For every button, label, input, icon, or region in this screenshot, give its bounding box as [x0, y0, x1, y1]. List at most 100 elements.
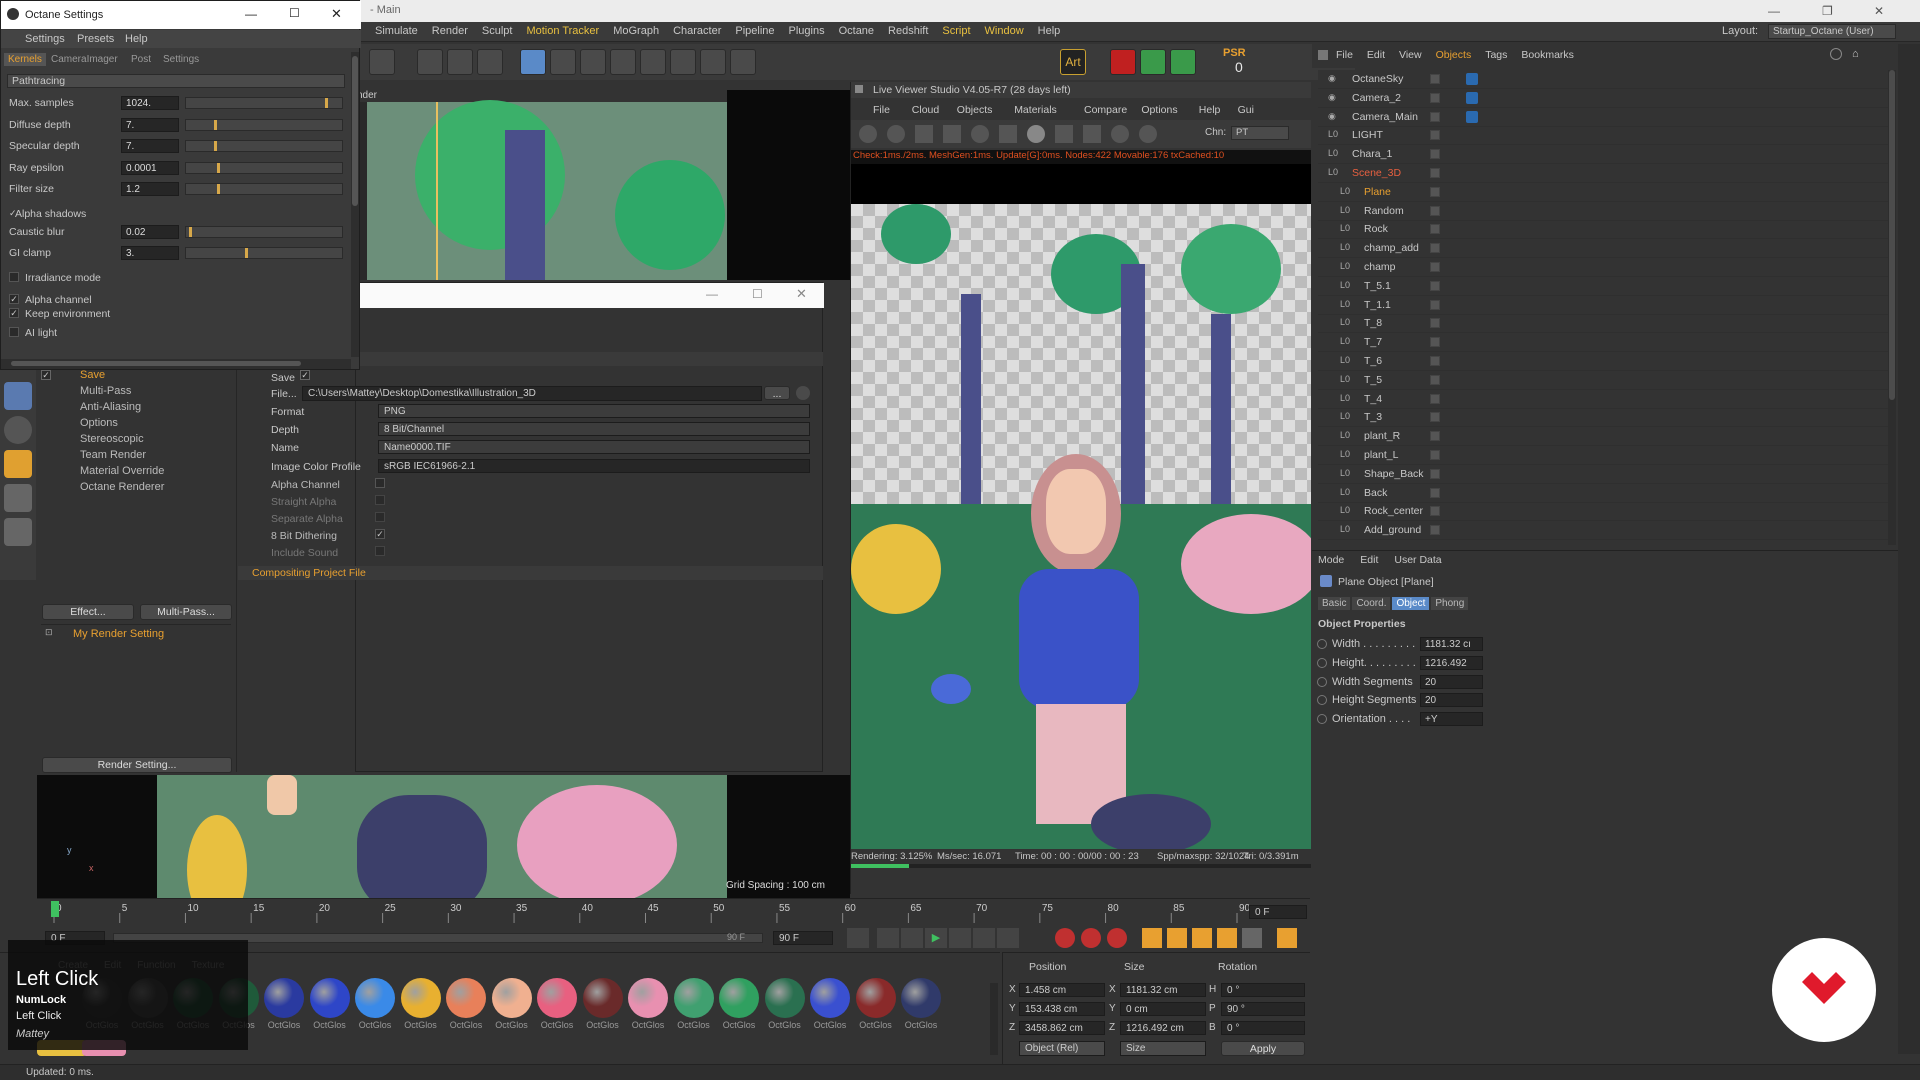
save-checkbox[interactable]: ✓ — [41, 370, 51, 380]
menu-redshift[interactable]: Redshift — [881, 22, 935, 40]
end-frame-field[interactable]: 90 F — [773, 931, 833, 945]
light-icon[interactable] — [730, 49, 756, 75]
animate-dot-icon[interactable] — [1317, 639, 1327, 649]
material-ball[interactable] — [628, 978, 668, 1018]
coord-mode-select[interactable]: Object (Rel) — [1019, 1041, 1105, 1056]
render-view-button[interactable] — [417, 49, 443, 75]
material-label[interactable]: OctGlos — [856, 1020, 896, 1030]
menu-render[interactable]: Render — [425, 22, 475, 40]
rs-item-multipass[interactable]: Multi-Pass — [80, 385, 131, 397]
record-key-icon[interactable] — [1055, 928, 1075, 948]
rs-item-stereoscopic[interactable]: Stereoscopic — [80, 433, 144, 445]
maximize-icon[interactable]: ☐ — [752, 287, 763, 301]
objects-menu-edit[interactable]: Edit — [1367, 49, 1385, 61]
material-label[interactable]: OctGlos — [765, 1020, 805, 1030]
os-param-2-field[interactable]: 7. — [121, 139, 179, 153]
os-param-0-slider-handle[interactable] — [325, 98, 328, 108]
animate-dot-icon[interactable] — [1317, 714, 1327, 725]
os-check-0-box[interactable] — [9, 271, 19, 282]
minimize-icon[interactable]: — — [706, 287, 718, 301]
visibility-toggle[interactable] — [1430, 487, 1440, 498]
material-label[interactable]: OctGlos — [446, 1020, 486, 1030]
material-label[interactable]: OctGlos — [810, 1020, 850, 1030]
visibility-toggle[interactable] — [1430, 299, 1440, 310]
prev-key-icon[interactable] — [877, 928, 899, 948]
visibility-toggle[interactable] — [1430, 205, 1440, 216]
visibility-toggle[interactable] — [1430, 525, 1440, 536]
menu-mograph[interactable]: MoGraph — [606, 22, 666, 40]
rotate-key-icon[interactable] — [1192, 928, 1212, 948]
close-icon[interactable]: ✕ — [331, 6, 342, 22]
object-name[interactable]: T_6 — [1364, 355, 1382, 367]
sphere-icon[interactable] — [1027, 125, 1045, 143]
record-icon[interactable] — [1110, 49, 1136, 75]
visibility-toggle[interactable] — [1430, 280, 1440, 291]
edit-render-settings-button[interactable] — [477, 49, 503, 75]
rs-item-save[interactable]: Save — [80, 369, 105, 381]
preset-name[interactable]: My Render Setting — [73, 628, 164, 640]
move-tool-button[interactable] — [369, 49, 395, 75]
attr-tab-basic[interactable]: Basic — [1318, 597, 1351, 610]
object-row-rock_center[interactable]: L0 Rock_center — [1318, 502, 1888, 522]
refresh-icon[interactable] — [887, 125, 905, 143]
menu-pipeline[interactable]: Pipeline — [728, 22, 781, 40]
rs-item-octane-renderer[interactable]: Octane Renderer — [80, 481, 164, 493]
visibility-toggle[interactable] — [1430, 168, 1440, 178]
material-ball[interactable] — [309, 978, 350, 1018]
material-label[interactable]: OctGlos — [901, 1020, 941, 1030]
tag-icon[interactable] — [1466, 110, 1478, 123]
attr-menu-edit[interactable]: Edit — [1360, 554, 1378, 566]
attr-prop-field[interactable]: 20 — [1420, 674, 1483, 689]
pin-icon[interactable] — [1111, 125, 1129, 143]
tag-icon[interactable] — [1466, 91, 1478, 104]
material-ball[interactable] — [810, 978, 850, 1018]
attr-tab-phong[interactable]: Phong — [1431, 597, 1469, 610]
minimize-icon[interactable]: — — [245, 7, 257, 21]
region-icon[interactable] — [943, 125, 961, 143]
object-row-plant_l[interactable]: L0 plant_L — [1318, 446, 1888, 465]
floor-icon[interactable] — [670, 49, 696, 75]
os-param-1-slider[interactable] — [185, 118, 343, 131]
os-param2-1-slider[interactable] — [185, 247, 343, 259]
object-name[interactable]: Random — [1364, 205, 1404, 217]
material-label[interactable]: OctGlos — [537, 1020, 577, 1030]
object-name[interactable]: Back — [1364, 487, 1387, 499]
viewer-menu-options[interactable]: Options — [1141, 104, 1177, 116]
cube-icon[interactable] — [520, 49, 546, 75]
rs-item-team-render[interactable]: Team Render — [80, 449, 146, 461]
attr-menu-user-data[interactable]: User Data — [1394, 554, 1441, 566]
objects-menu-objects[interactable]: Objects — [1436, 49, 1472, 61]
material-ball[interactable] — [537, 978, 577, 1018]
home-icon[interactable]: ⌂ — [1852, 48, 1859, 60]
visibility-toggle[interactable] — [1430, 468, 1440, 479]
material-ball[interactable] — [855, 978, 896, 1018]
object-row-t_1.1[interactable]: L0 T_1.1 — [1318, 296, 1888, 315]
visibility-toggle[interactable] — [1430, 92, 1440, 103]
menu-motion-tracker[interactable]: Motion Tracker — [519, 22, 606, 40]
clay-icon[interactable] — [1055, 125, 1073, 143]
visibility-toggle[interactable] — [1430, 224, 1440, 235]
octane-scrollbar[interactable] — [351, 52, 359, 357]
material-label[interactable]: OctGlos — [674, 1020, 714, 1030]
keyframe-help-icon[interactable] — [1107, 928, 1127, 948]
tab-cameraimager[interactable]: CameraImager — [51, 54, 118, 65]
menu-octane[interactable]: Octane — [832, 22, 881, 40]
pause-icon[interactable] — [915, 125, 933, 143]
object-row-random[interactable]: L0 Random — [1318, 202, 1888, 221]
timeline-ruler[interactable]: 051015202530354045505560657075808590 0 F — [37, 898, 1310, 924]
playhead-marker[interactable] — [51, 901, 59, 917]
viewer-menu-help[interactable]: Help — [1199, 104, 1221, 116]
object-name[interactable]: plant_R — [1364, 430, 1400, 442]
os-check-3-box[interactable] — [9, 326, 19, 337]
visibility-toggle[interactable] — [1430, 356, 1440, 366]
material-label[interactable]: OctGlos — [310, 1020, 350, 1030]
object-name[interactable]: champ_add — [1364, 242, 1419, 254]
film-icon[interactable] — [1083, 125, 1101, 143]
visibility-toggle[interactable] — [1430, 186, 1440, 197]
menu-simulate[interactable]: Simulate — [368, 22, 425, 40]
material-label[interactable]: OctGlos — [492, 1020, 532, 1030]
object-name[interactable]: Plane — [1364, 186, 1391, 198]
save-enable-checkbox[interactable]: ✓ — [300, 370, 310, 380]
search-icon[interactable] — [1830, 48, 1842, 60]
os-param-4-slider[interactable] — [185, 183, 343, 195]
